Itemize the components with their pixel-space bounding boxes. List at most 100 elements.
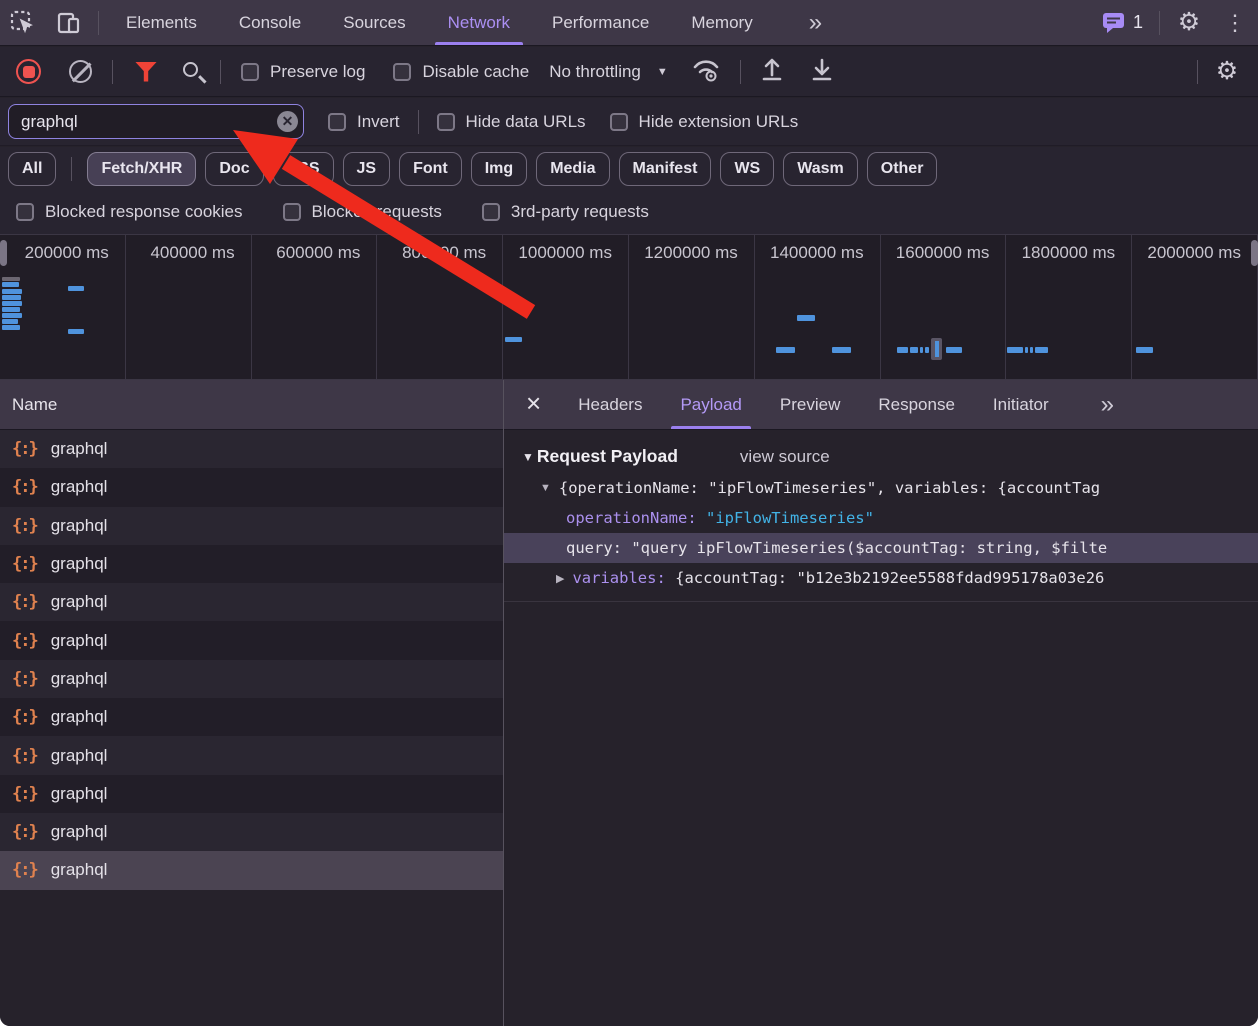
request-row[interactable]: {:}graphql [0, 736, 503, 774]
filter-chip[interactable]: Img [471, 152, 527, 186]
filter-chip[interactable]: Wasm [783, 152, 858, 186]
filter-chip[interactable]: Fetch/XHR [87, 152, 196, 186]
checkbox[interactable] [437, 113, 455, 131]
request-row[interactable]: {:}graphql [0, 468, 503, 506]
console-messages-button[interactable]: 1 [1092, 12, 1153, 34]
details-tab[interactable]: Initiator [974, 380, 1068, 429]
filter-chip-all[interactable]: All [8, 152, 56, 186]
expand-triangle-icon[interactable]: ▶ [556, 572, 564, 585]
json-string-value: "query ipFlowTimeseries($accountTag: str… [631, 539, 1107, 557]
checkbox[interactable] [610, 113, 628, 131]
overview-scroll-handle-right[interactable] [1251, 240, 1258, 266]
payload-query-line[interactable]: query: "query ipFlowTimeseries($accountT… [504, 533, 1258, 563]
checkbox[interactable] [283, 203, 301, 221]
details-tab[interactable]: Headers [559, 380, 661, 429]
payload-preview-line[interactable]: ▼ {operationName: "ipFlowTimeseries", va… [504, 473, 1258, 503]
network-settings-gear-icon[interactable]: ⚙ [1212, 57, 1242, 87]
request-row[interactable]: {:}graphql [0, 851, 503, 889]
clear-network-log-icon[interactable] [69, 60, 92, 83]
request-name: graphql [51, 592, 108, 612]
timeline-request-mark [2, 295, 21, 300]
request-name: graphql [51, 822, 108, 842]
import-har-icon[interactable] [760, 56, 784, 87]
expand-triangle-icon[interactable]: ▼ [540, 482, 551, 494]
json-key: query: [566, 539, 631, 557]
preserve-log-checkbox[interactable]: Preserve log [241, 62, 365, 82]
hide-data-urls-checkbox[interactable]: Hide data URLs [437, 112, 586, 132]
filter-chip[interactable]: WS [720, 152, 774, 186]
overview-scroll-handle-left[interactable] [0, 240, 7, 266]
payload-panel: ▼ Request Payload view source ▼ {operati… [504, 430, 1258, 1026]
request-row[interactable]: {:}graphql [0, 583, 503, 621]
record-button[interactable] [16, 59, 41, 84]
inspect-element-icon[interactable] [8, 8, 38, 38]
details-tab[interactable]: Preview [761, 380, 859, 429]
blocked-requests-checkbox[interactable]: Blocked requests [283, 202, 442, 222]
main-tab[interactable]: Elements [105, 0, 218, 45]
divider [71, 157, 72, 181]
main-tab[interactable]: Network [427, 0, 531, 45]
main-tab[interactable]: Memory [670, 0, 773, 45]
request-row[interactable]: {:}graphql [0, 621, 503, 659]
timeline-request-mark [1025, 347, 1028, 353]
request-name: graphql [51, 516, 108, 536]
pane-splitter[interactable] [503, 380, 504, 1026]
network-overview-timeline[interactable]: 200000 ms400000 ms600000 ms800000 ms1000… [0, 234, 1258, 380]
filter-chip[interactable]: Font [399, 152, 462, 186]
divider [1159, 11, 1160, 35]
blocked-response-cookies-checkbox[interactable]: Blocked response cookies [16, 202, 243, 222]
filter-chip[interactable]: Media [536, 152, 609, 186]
settings-gear-icon[interactable]: ⚙ [1174, 8, 1204, 38]
timeline-request-mark [920, 347, 923, 353]
filter-input[interactable] [8, 104, 304, 139]
filter-chip[interactable]: CSS [273, 152, 334, 186]
main-tab[interactable]: Performance [531, 0, 670, 45]
close-details-icon[interactable]: × [504, 388, 559, 421]
disable-cache-checkbox[interactable]: Disable cache [393, 62, 529, 82]
request-row[interactable]: {:}graphql [0, 507, 503, 545]
timeline-label: 1000000 ms [503, 235, 629, 379]
request-row[interactable]: {:}graphql [0, 545, 503, 583]
checkbox[interactable] [482, 203, 500, 221]
device-toolbar-icon[interactable] [54, 8, 84, 38]
request-row[interactable]: {:}graphql [0, 660, 503, 698]
checkbox[interactable] [241, 63, 259, 81]
request-row[interactable]: {:}graphql [0, 813, 503, 851]
kebab-menu-icon[interactable]: ⋮ [1212, 10, 1258, 36]
name-column-header[interactable]: Name [0, 380, 503, 430]
request-row[interactable]: {:}graphql [0, 775, 503, 813]
filter-chip[interactable]: Doc [205, 152, 263, 186]
filter-chip[interactable]: JS [343, 152, 391, 186]
main-tab[interactable]: Console [218, 0, 322, 45]
timeline-request-mark [797, 315, 815, 321]
request-payload-section[interactable]: ▼ Request Payload view source [504, 430, 1258, 473]
network-conditions-icon[interactable] [691, 56, 721, 87]
timeline-request-mark [2, 307, 20, 312]
checkbox[interactable] [16, 203, 34, 221]
collapse-triangle-icon[interactable]: ▼ [522, 450, 534, 464]
checkbox[interactable] [393, 63, 411, 81]
more-panels-button[interactable]: » [774, 0, 855, 45]
throttling-dropdown[interactable]: No throttling ▼ [549, 62, 668, 82]
view-source-link[interactable]: view source [740, 447, 830, 467]
payload-variables-line[interactable]: ▶ variables: {accountTag: "b12e3b2192ee5… [504, 563, 1258, 593]
search-icon[interactable] [183, 62, 198, 77]
request-row[interactable]: {:}graphql [0, 698, 503, 736]
details-tab[interactable]: Response [859, 380, 974, 429]
payload-operation-line[interactable]: operationName: "ipFlowTimeseries" [504, 503, 1258, 533]
checkbox[interactable] [328, 113, 346, 131]
export-har-icon[interactable] [810, 56, 834, 87]
main-tab[interactable]: Sources [322, 0, 426, 45]
hide-extension-urls-checkbox[interactable]: Hide extension URLs [610, 112, 799, 132]
filter-icon[interactable] [135, 62, 157, 82]
invert-checkbox[interactable]: Invert [328, 112, 400, 132]
filter-chip[interactable]: Other [867, 152, 938, 186]
details-tab[interactable]: Payload [661, 380, 760, 429]
clear-filter-icon[interactable]: ✕ [277, 111, 298, 132]
more-tabs-button[interactable]: » [1068, 380, 1145, 429]
json-object-value: {accountTag: "b12e3b2192ee5588fdad995178… [675, 569, 1104, 587]
filter-chip[interactable]: Manifest [619, 152, 712, 186]
divider [504, 601, 1258, 602]
third-party-requests-checkbox[interactable]: 3rd-party requests [482, 202, 649, 222]
request-row[interactable]: {:}graphql [0, 430, 503, 468]
